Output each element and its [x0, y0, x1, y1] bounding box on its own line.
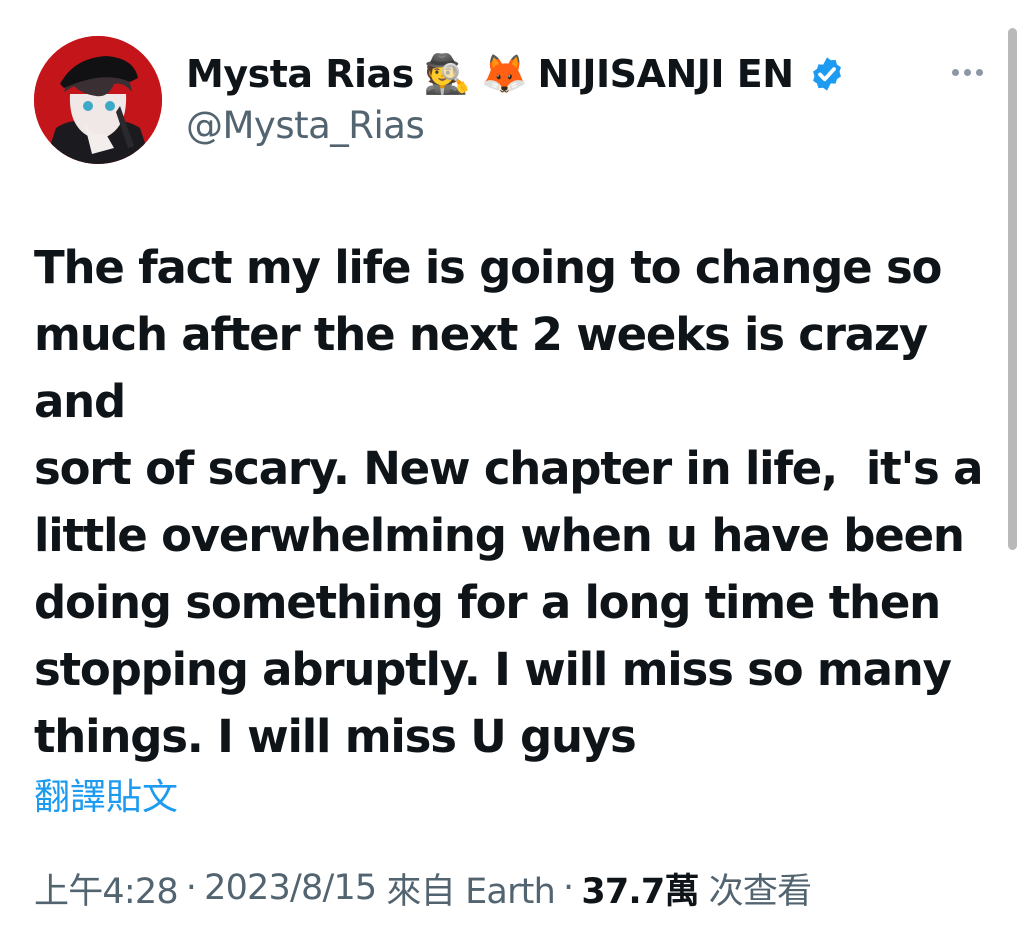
tweet-meta: 上午4:28 · 2023/8/15 來自 Earth · 37.7萬 次查看	[34, 860, 812, 916]
tweet-text: The fact my life is going to change so m…	[34, 241, 983, 763]
more-dot-icon	[951, 68, 959, 76]
views-label: 次查看	[708, 871, 812, 912]
translate-post-link[interactable]: 翻譯貼文	[34, 768, 178, 820]
scrollbar[interactable]	[1008, 28, 1017, 550]
more-options-button[interactable]	[942, 56, 992, 88]
more-dot-icon	[963, 68, 971, 76]
display-name[interactable]: Mysta Rias	[186, 52, 414, 96]
tweet-time[interactable]: 上午4:28	[34, 863, 179, 914]
tweet-date[interactable]: 2023/8/15	[204, 868, 377, 908]
avatar[interactable]	[34, 36, 162, 164]
more-dot-icon	[975, 68, 983, 76]
fox-emoji-icon: 🦊	[480, 52, 528, 96]
detective-emoji-icon: 🕵	[423, 52, 471, 96]
author-name-row[interactable]: Mysta Rias 🕵 🦊 NIJISANJI EN	[186, 44, 846, 104]
view-count: 37.7萬	[581, 871, 699, 912]
tweet-source: 來自 Earth	[386, 871, 555, 912]
meta-separator: ·	[185, 868, 197, 908]
meta-separator: ·	[562, 868, 574, 908]
avatar-illustration	[34, 36, 162, 164]
author-handle[interactable]: @Mysta_Rias	[186, 104, 425, 152]
verified-badge-icon[interactable]	[808, 55, 846, 93]
affiliation-label: NIJISANJI EN	[537, 52, 794, 96]
